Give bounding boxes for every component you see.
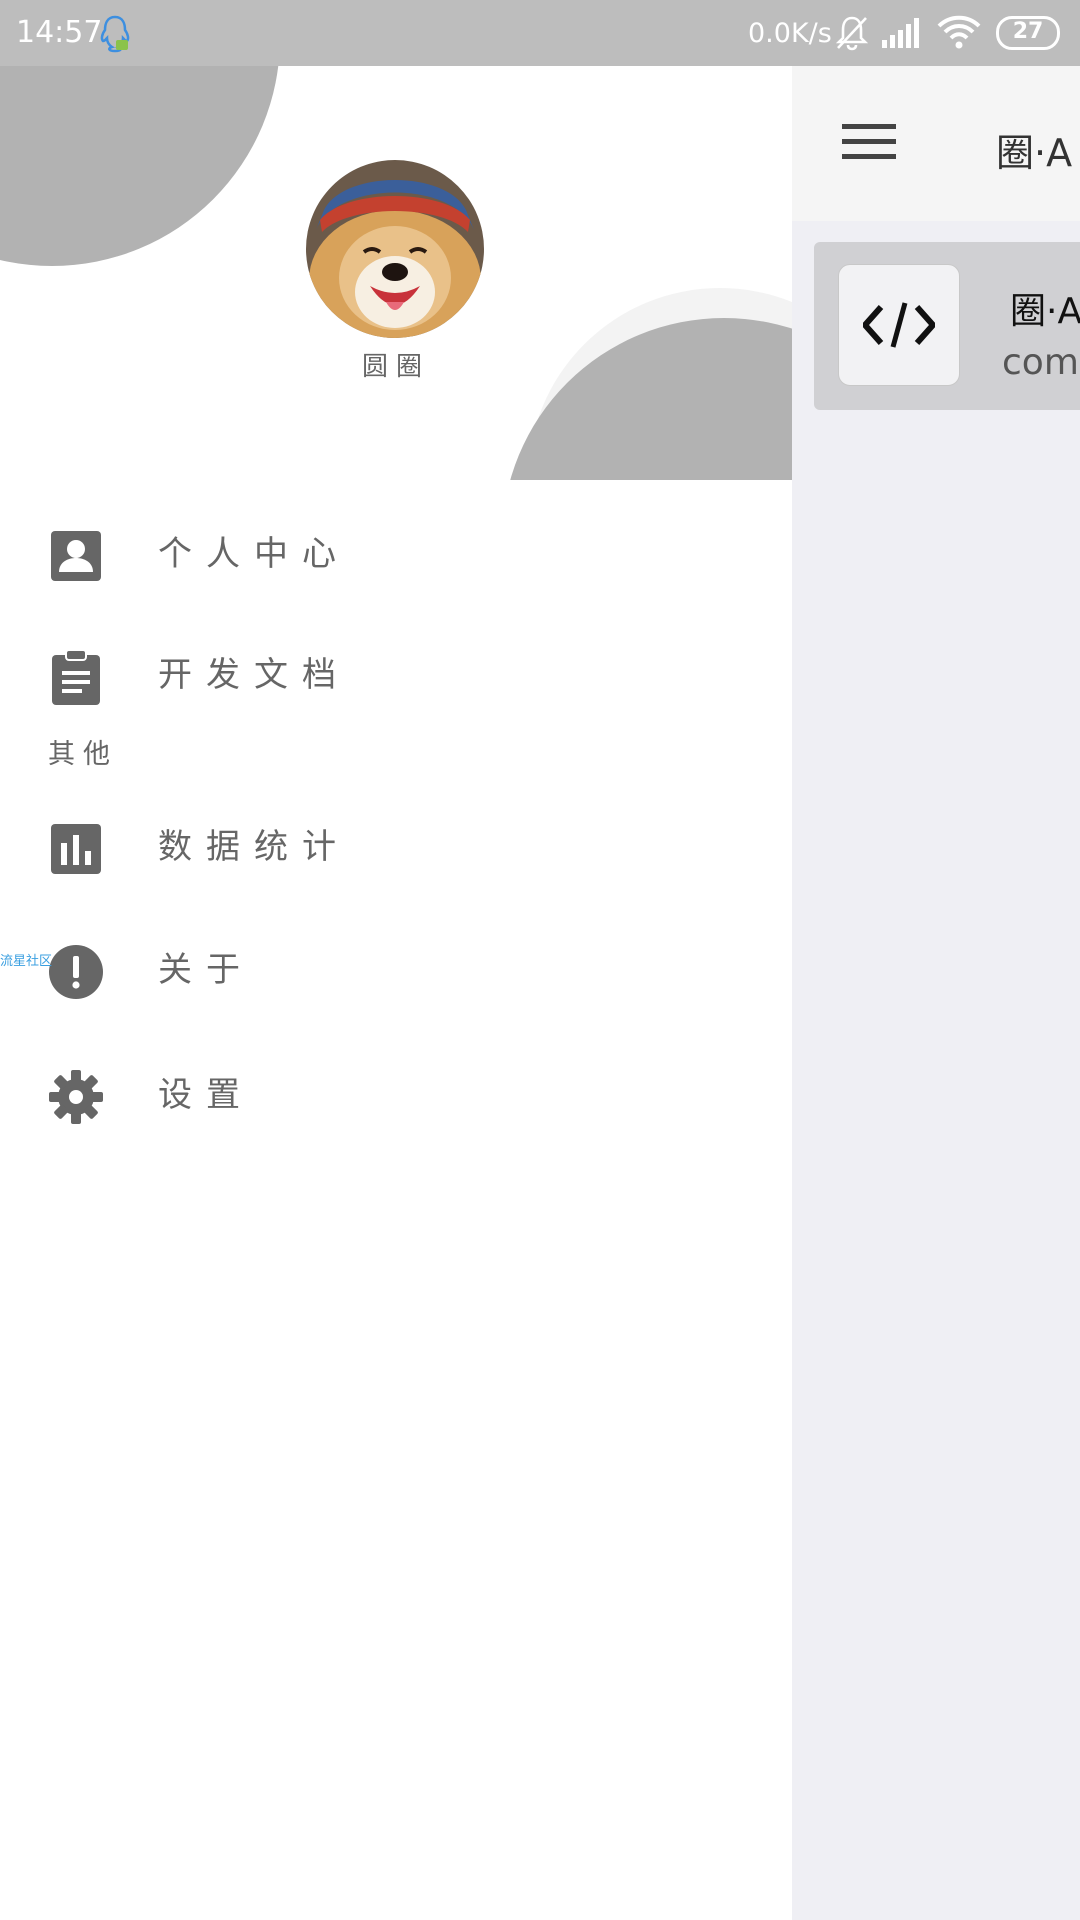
- username: 圆圈: [361, 352, 430, 382]
- account-box-icon: [51, 531, 101, 581]
- app-title: 圈·A: [996, 131, 1073, 175]
- net-speed: 0.0K/s: [748, 18, 832, 49]
- menu-item-docs[interactable]: 开发文档: [0, 621, 792, 731]
- card-subtitle: com.: [1002, 342, 1080, 383]
- menu-item-label: 设置: [158, 1075, 254, 1115]
- dog-avatar-image: [306, 160, 484, 338]
- battery-level: 27: [1012, 19, 1044, 44]
- wifi-icon: [937, 15, 981, 49]
- menu-icon[interactable]: [842, 122, 896, 162]
- menu-item-about[interactable]: 关于: [0, 916, 792, 1026]
- navigation-drawer: 圆圈 个人中心 开发文档 其他 数据统计 关于 设置 流星社区: [0, 66, 792, 1920]
- menu-item-label: 个人中心: [158, 534, 350, 574]
- status-bar: 14:57 0.0K/s 27: [0, 0, 1080, 66]
- menu-item-label: 数据统计: [158, 827, 350, 867]
- menu-item-profile[interactable]: 个人中心: [0, 500, 792, 610]
- menu-item-label: 开发文档: [158, 655, 350, 695]
- card-icon-box: [838, 264, 960, 386]
- section-label-other: 其他: [48, 739, 118, 770]
- avatar[interactable]: [306, 160, 484, 338]
- clipboard-icon: [52, 649, 100, 705]
- bar-chart-icon: [51, 824, 101, 874]
- screen: 14:57 0.0K/s 27 圈·A 圈·A com 圆圈 个人中心 开发文档…: [0, 0, 1080, 1920]
- menu-item-stats[interactable]: 数据统计: [0, 793, 792, 903]
- gear-icon: [49, 1070, 103, 1124]
- signal-icon: [882, 18, 919, 48]
- status-time: 14:57: [16, 15, 103, 50]
- watermark: 流星社区: [0, 954, 53, 969]
- menu-item-label: 关于: [158, 950, 254, 990]
- qq-icon: [100, 15, 130, 53]
- info-icon: [49, 945, 103, 999]
- menu-item-settings[interactable]: 设置: [0, 1041, 792, 1151]
- app-card[interactable]: 圈·A com.: [814, 242, 1080, 410]
- code-icon: [863, 302, 935, 348]
- battery-icon: 27: [996, 16, 1062, 50]
- mute-icon: [835, 16, 869, 51]
- card-title: 圈·A: [1010, 291, 1080, 332]
